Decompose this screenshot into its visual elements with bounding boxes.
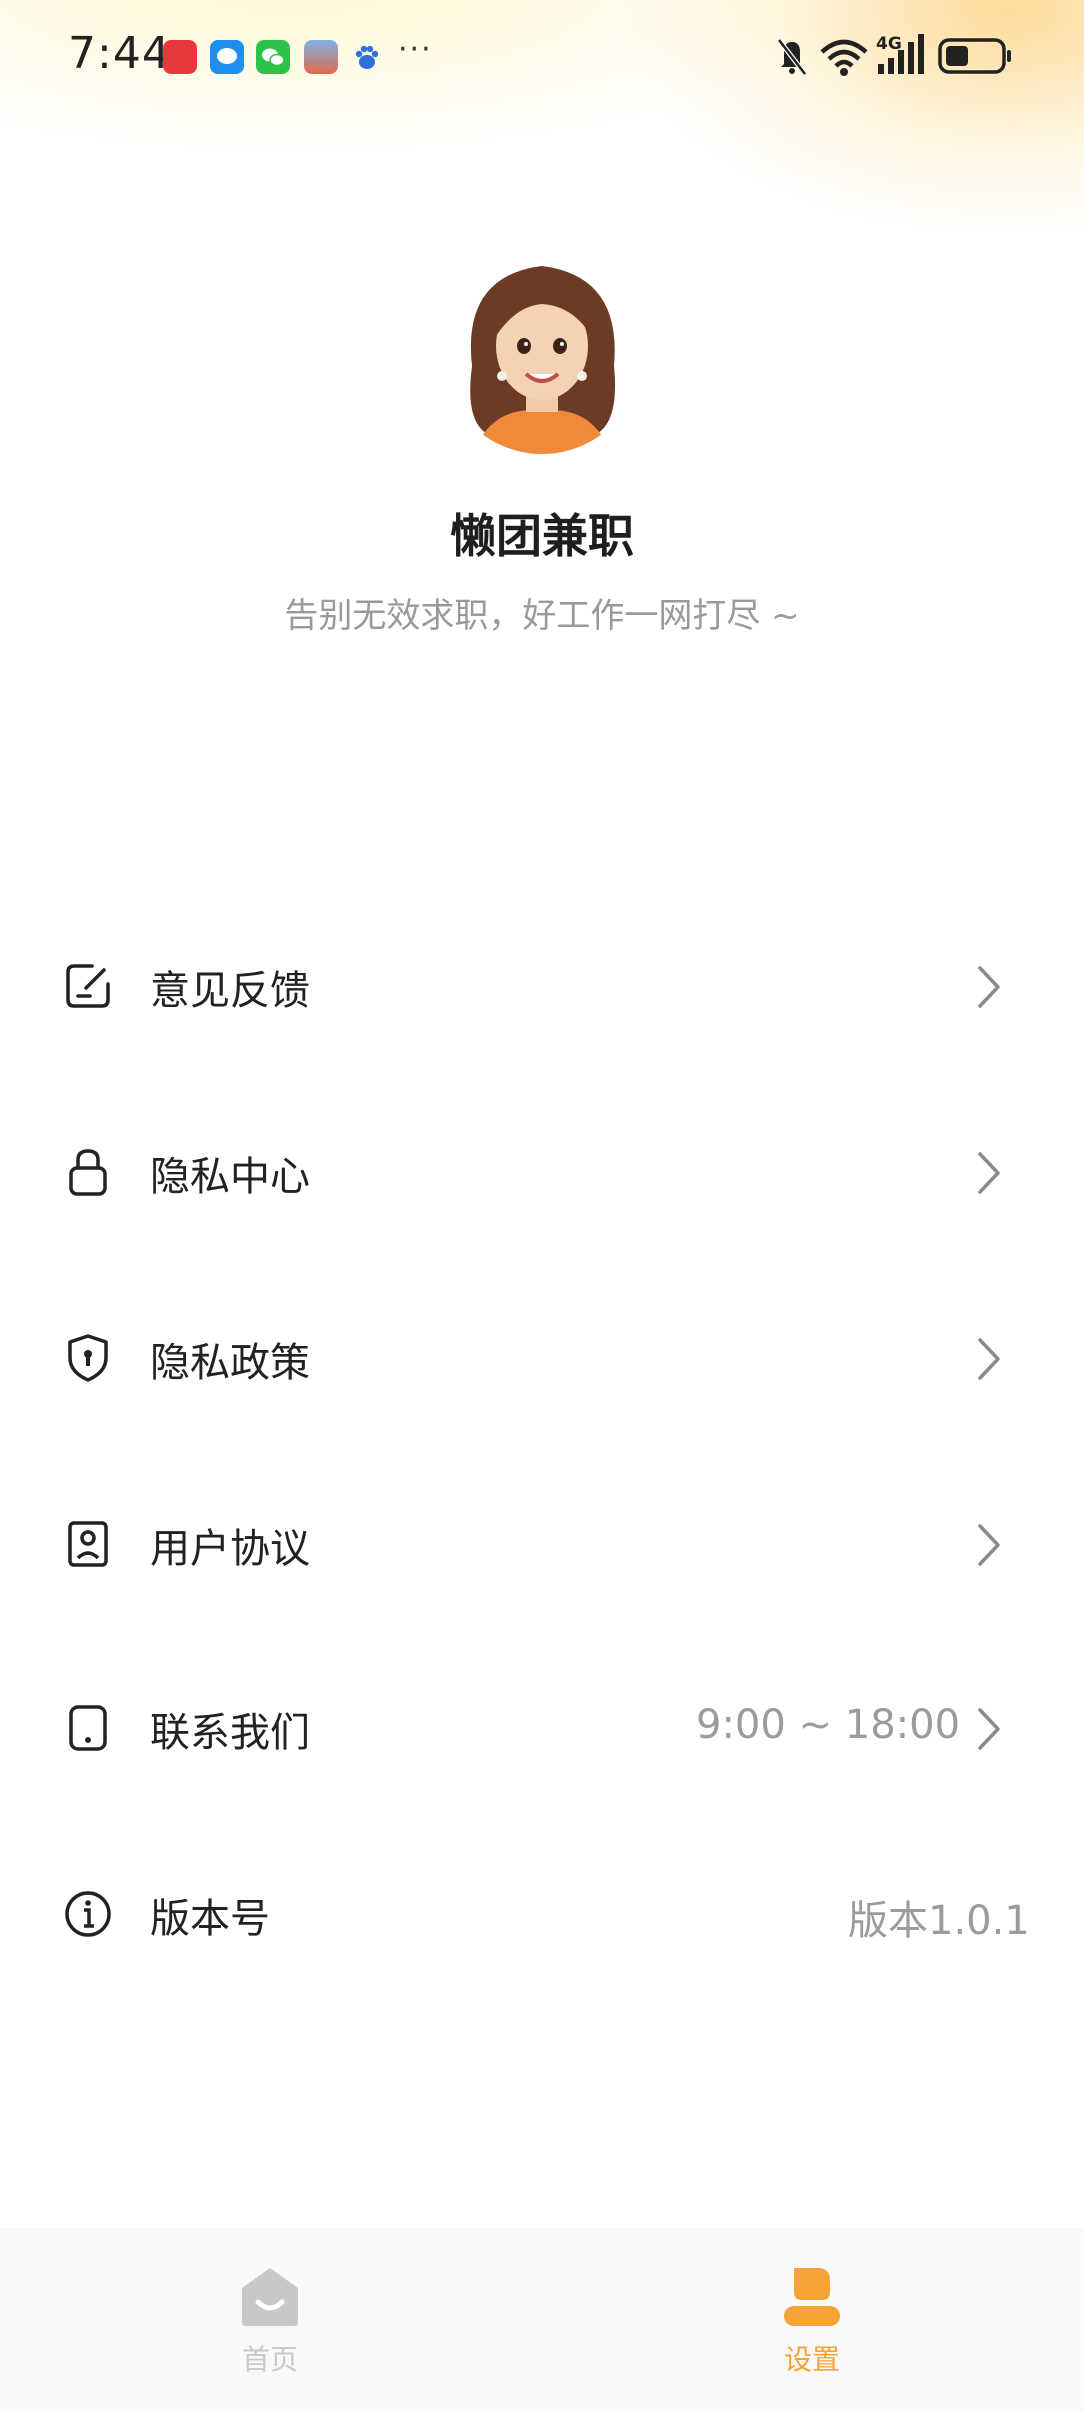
chevron-right-icon	[978, 966, 1000, 1008]
app-name: 懒团兼职	[450, 509, 634, 563]
more-notifications-icon: ···	[398, 32, 433, 67]
menu-item-user-agreement[interactable]: 用户协议	[0, 1484, 1084, 1604]
chevron-right-icon	[978, 1524, 1000, 1566]
contact-hours: 9:00 ~ 18:00	[696, 1702, 961, 1748]
avatar	[442, 254, 642, 454]
app-slogan: 告别无效求职，好工作一网打尽 ~	[284, 596, 800, 636]
tab-settings[interactable]: 设置	[712, 2228, 912, 2412]
status-bar: 7:44 ··· 4G	[0, 0, 1084, 110]
wifi-icon	[820, 39, 868, 76]
status-time: 7:44	[68, 28, 171, 79]
menu-label: 联系我们	[150, 1710, 310, 1756]
user-icon	[784, 2268, 840, 2326]
home-icon	[242, 2268, 298, 2326]
chevron-right-icon	[978, 1338, 1000, 1380]
mute-bell-icon	[777, 38, 807, 76]
menu-label: 用户协议	[150, 1526, 310, 1572]
tab-home-label: 首页	[241, 2343, 298, 2376]
baidu-icon	[350, 40, 384, 74]
menu-label: 版本号	[150, 1896, 270, 1942]
menu-item-version: 版本号 版本1.0.1	[0, 1854, 1084, 1974]
bottom-nav: 首页 设置	[0, 2228, 1084, 2412]
messages-icon	[210, 40, 244, 74]
shield-icon	[68, 1334, 108, 1382]
menu-label: 隐私政策	[150, 1340, 310, 1386]
menu-item-privacy-center[interactable]: 隐私中心	[0, 1112, 1084, 1232]
menu-item-contact-us[interactable]: 联系我们 9:00 ~ 18:00	[0, 1668, 1084, 1788]
version-value: 版本1.0.1	[848, 1898, 1030, 1944]
info-icon	[65, 1891, 111, 1937]
signal-icon	[878, 34, 924, 74]
user-agreement-icon	[68, 1521, 108, 1567]
wechat-icon	[256, 40, 290, 74]
tab-settings-label: 设置	[783, 2343, 840, 2376]
huawei-store-icon	[163, 40, 197, 74]
tab-home[interactable]: 首页	[170, 2228, 370, 2412]
menu-label: 隐私中心	[150, 1154, 310, 1200]
menu-label: 意见反馈	[150, 968, 310, 1014]
edit-feedback-icon	[66, 964, 110, 1008]
chevron-right-icon	[978, 1152, 1000, 1194]
chevron-right-icon	[978, 1708, 1000, 1750]
menu-item-feedback[interactable]: 意见反馈	[0, 926, 1084, 1046]
battery-icon	[938, 38, 1011, 74]
menu-item-privacy-policy[interactable]: 隐私政策	[0, 1298, 1084, 1418]
lock-icon	[69, 1149, 107, 1196]
phone-icon	[69, 1705, 107, 1751]
game-icon	[304, 40, 338, 74]
